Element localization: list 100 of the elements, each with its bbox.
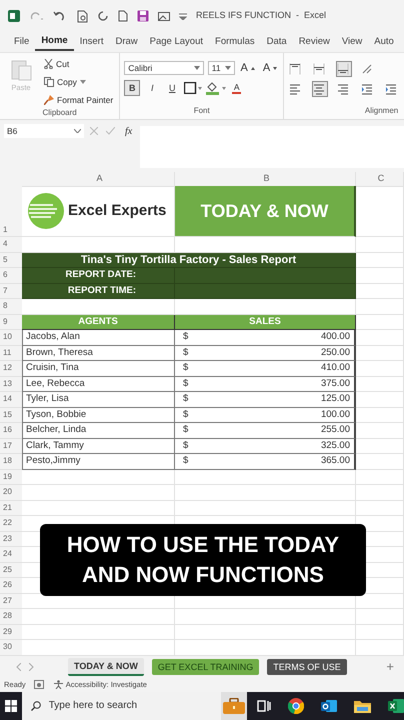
font-color-button[interactable]: A	[230, 82, 244, 94]
fill-color-icon[interactable]	[206, 82, 226, 94]
font-size-field[interactable]: 11	[208, 61, 235, 75]
ribbon-tab[interactable]: View	[336, 34, 368, 50]
grid-cell	[356, 640, 404, 656]
ribbon-tab[interactable]: Insert	[74, 34, 110, 50]
row-header[interactable]: 25	[0, 562, 22, 578]
row-header[interactable]: 8	[0, 299, 22, 314]
refresh-icon[interactable]	[97, 10, 109, 22]
row-header[interactable]: 1	[0, 186, 22, 237]
grid-cell	[356, 624, 404, 640]
row-header[interactable]: 16	[0, 423, 22, 438]
image-icon[interactable]	[158, 10, 170, 22]
mail-app-icon[interactable]	[321, 698, 337, 714]
row-header[interactable]: 11	[0, 346, 22, 361]
sales-amount: 365.00	[320, 454, 350, 468]
row-header[interactable]: 21	[0, 500, 22, 516]
align-center-button[interactable]	[312, 81, 328, 97]
row-header[interactable]: 14	[0, 392, 22, 408]
row-header[interactable]: 19	[0, 470, 22, 485]
row-header[interactable]: 26	[0, 578, 22, 594]
agent-cell: Jacobs, Alan	[22, 330, 175, 346]
row-header[interactable]: 15	[0, 408, 22, 423]
insert-function-button[interactable]: fx	[123, 127, 134, 137]
row-header[interactable]: 20	[0, 485, 22, 500]
sheet-tab[interactable]: TERMS OF USE	[267, 658, 347, 674]
format-painter-button[interactable]: Format Painter	[42, 93, 116, 107]
currency-symbol: $	[183, 408, 188, 422]
taskbar-search-field[interactable]: Type here to search	[22, 692, 221, 720]
browser-icon[interactable]	[288, 698, 304, 714]
ribbon-tab[interactable]: Data	[260, 34, 293, 50]
grid-cell	[356, 268, 404, 284]
row-header[interactable]: 24	[0, 547, 22, 562]
ribbon-tab[interactable]: Review	[292, 34, 336, 50]
decrease-font-button[interactable]: A	[260, 61, 280, 75]
align-bottom-button[interactable]	[336, 61, 352, 77]
agent-cell: Tyson, Bobbie	[22, 408, 175, 423]
sales-amount: 125.00	[320, 392, 350, 406]
column-header[interactable]: C	[356, 172, 404, 186]
sales-amount: 375.00	[320, 376, 350, 391]
row-header[interactable]: 29	[0, 624, 22, 640]
bold-button[interactable]: B	[124, 80, 140, 96]
row-header[interactable]: 17	[0, 438, 22, 454]
row-header[interactable]: 12	[0, 361, 22, 376]
add-sheet-button[interactable]: +	[384, 660, 396, 674]
underline-button[interactable]: U	[164, 80, 180, 96]
cut-button[interactable]: Cut	[42, 57, 116, 71]
borders-icon[interactable]	[184, 82, 202, 94]
field-label: REPORT DATE:	[22, 268, 175, 284]
row-header[interactable]: 13	[0, 376, 22, 392]
row-header[interactable]: 9	[0, 314, 22, 330]
row-header[interactable]: 28	[0, 609, 22, 624]
row-header[interactable]: 23	[0, 532, 22, 547]
column-header[interactable]: B	[175, 172, 356, 186]
ribbon-tab[interactable]: Auto	[368, 34, 400, 50]
video-caption: HOW TO USE THE TODAY AND NOW FUNCTIONS	[66, 531, 340, 589]
font-name-field[interactable]: Calibri	[124, 61, 204, 75]
document-icon[interactable]	[77, 10, 88, 22]
copy-button[interactable]: Copy	[42, 75, 116, 89]
ribbon-tab[interactable]: Formulas	[209, 34, 261, 50]
task-view-icon[interactable]	[257, 698, 271, 712]
row-header[interactable]: 30	[0, 640, 22, 656]
row-header[interactable]: 18	[0, 454, 22, 470]
customize-icon[interactable]	[179, 12, 187, 20]
row-header[interactable]: 22	[0, 516, 22, 532]
new-file-icon[interactable]	[118, 10, 128, 22]
name-box[interactable]: B6	[4, 124, 84, 138]
row-header[interactable]: 4	[0, 237, 22, 252]
agent-cell: Cruisin, Tina	[22, 361, 175, 376]
spreadsheet-app-icon[interactable]	[388, 698, 404, 714]
logo-icon	[27, 192, 65, 230]
group-label: Font	[192, 105, 211, 117]
sales-amount: 410.00	[320, 361, 350, 376]
sheet-tab[interactable]: GET EXCEL TRAINING	[152, 658, 260, 674]
row-header[interactable]: 27	[0, 594, 22, 609]
ribbon-tab[interactable]: File	[8, 34, 36, 50]
ribbon-tab[interactable]: Draw	[109, 34, 144, 50]
briefcase-icon[interactable]	[222, 698, 245, 714]
row-header[interactable]: 7	[0, 284, 22, 299]
up-caret-icon	[250, 66, 255, 70]
folder-icon[interactable]	[354, 698, 371, 712]
down-caret-icon	[273, 66, 278, 70]
macro-icon[interactable]	[34, 680, 44, 689]
increase-font-button[interactable]: A	[238, 61, 257, 75]
row-header[interactable]: 5	[0, 252, 22, 268]
row-header[interactable]: 6	[0, 268, 22, 284]
windows-start-icon[interactable]	[4, 700, 17, 712]
agent-cell: Clark, Tammy	[22, 438, 175, 454]
currency-symbol: $	[183, 438, 188, 453]
grid-cell	[356, 392, 404, 408]
report-title: Tina's Tiny Tortilla Factory - Sales Report	[22, 252, 356, 268]
column-header[interactable]: A	[22, 172, 175, 186]
sales-amount: 400.00	[320, 330, 350, 344]
grid-cell	[356, 609, 404, 624]
sheet-tab[interactable]: TODAY & NOW	[68, 658, 144, 676]
caret-icon	[224, 66, 231, 70]
save-icon[interactable]	[137, 10, 149, 22]
italic-button[interactable]: I	[144, 80, 160, 96]
row-header[interactable]: 10	[0, 330, 22, 346]
ribbon-tab[interactable]: Page Layout	[144, 34, 210, 50]
